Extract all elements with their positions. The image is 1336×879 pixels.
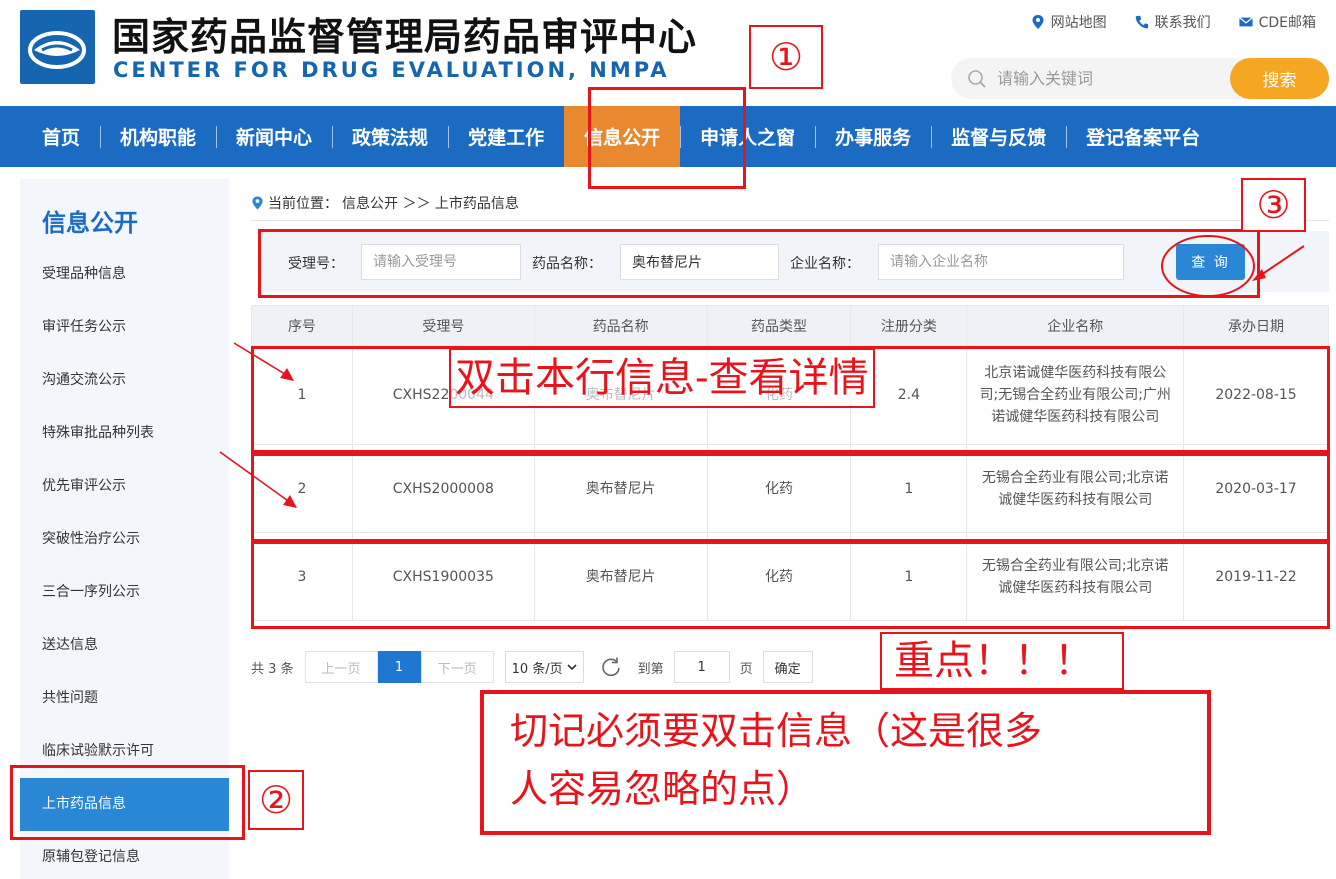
annotation-box-sidebar	[10, 765, 245, 840]
mail-link[interactable]: CDE邮箱	[1238, 12, 1316, 32]
mail-icon	[1238, 17, 1253, 27]
site-title: 国家药品监督管理局药品审评中心	[112, 15, 698, 59]
pagination: 共 3 条 上一页 1 下一页 10 条/页 到第 页 确定	[251, 651, 813, 683]
search-icon	[968, 70, 986, 88]
annotation-double-click-hint: 双击本行信息-查看详情	[449, 348, 875, 408]
annotation-step-3: ③	[1241, 178, 1306, 232]
annotation-key-point: 重点！！！	[880, 632, 1124, 690]
table-header-row: 序号 受理号 药品名称 药品类型 注册分类 企业名称 承办日期	[251, 305, 1329, 346]
annotation-box-nav	[588, 87, 746, 189]
col-drug-type: 药品类型	[706, 305, 852, 346]
search-button[interactable]: 搜索	[1230, 58, 1329, 99]
goto-confirm-button[interactable]: 确定	[762, 651, 813, 683]
nav-item-news[interactable]: 新闻中心	[216, 106, 332, 167]
next-page-button[interactable]: 下一页	[420, 651, 494, 683]
chevron-down-icon	[567, 663, 577, 670]
logo-emblem-icon	[28, 31, 86, 69]
annotation-step-2: ②	[248, 770, 304, 830]
col-company: 企业名称	[966, 305, 1185, 346]
sidebar-item-delivery[interactable]: 送达信息	[20, 619, 229, 672]
col-category: 注册分类	[850, 305, 968, 346]
breadcrumb-divider	[251, 220, 1329, 221]
contact-link[interactable]: 联系我们	[1135, 12, 1211, 32]
page-number-current[interactable]: 1	[377, 651, 421, 683]
nav-item-registration[interactable]: 登记备案平台	[1066, 106, 1220, 167]
sidebar-title: 信息公开	[42, 209, 138, 237]
goto-page-input[interactable]	[673, 651, 730, 683]
refresh-icon[interactable]	[600, 656, 622, 678]
sidebar-item-breakthrough[interactable]: 突破性治疗公示	[20, 513, 229, 566]
location-pin-icon	[252, 196, 263, 210]
nav-item-supervision[interactable]: 监督与反馈	[931, 106, 1066, 167]
annotation-box-row-3	[251, 541, 1330, 629]
total-count: 共 3 条	[251, 661, 294, 677]
sidebar-item-accepted-varieties[interactable]: 受理品种信息	[20, 248, 229, 301]
annotation-box-row-2	[251, 453, 1330, 542]
sitemap-link[interactable]: 网站地图	[1031, 12, 1107, 32]
sidebar-item-communication[interactable]: 沟通交流公示	[20, 354, 229, 407]
col-drug-name: 药品名称	[533, 305, 708, 346]
annotation-step-1: ①	[749, 25, 823, 89]
page-size-select[interactable]: 10 条/页	[504, 651, 584, 683]
breadcrumb-path[interactable]: 信息公开 ＞＞ 上市药品信息	[342, 193, 519, 213]
page-unit-label: 页	[739, 661, 753, 677]
sidebar-item-review-tasks[interactable]: 审评任务公示	[20, 301, 229, 354]
goto-label: 到第	[637, 661, 664, 677]
prev-page-button[interactable]: 上一页	[304, 651, 378, 683]
phone-icon	[1135, 15, 1148, 29]
nav-item-home[interactable]: 首页	[22, 106, 100, 167]
annotation-box-filter	[258, 229, 1260, 298]
annotation-note: 切记必须要双击信息（这是很多 人容易忽略的点）	[480, 690, 1211, 835]
annotation-note-line-1: 切记必须要双击信息（这是很多	[510, 709, 1043, 753]
sidebar-item-three-in-one[interactable]: 三合一序列公示	[20, 566, 229, 619]
col-no: 序号	[251, 305, 353, 346]
cde-logo[interactable]	[20, 10, 95, 84]
search-input[interactable]	[997, 64, 1217, 93]
site-search: 搜索	[951, 58, 1329, 99]
sitemap-label: 网站地图	[1050, 15, 1107, 31]
annotation-note-line-2: 人容易忽略的点）	[510, 767, 815, 811]
page-size-value: 10 条/页	[511, 661, 563, 677]
site-title-english: CENTER FOR DRUG EVALUATION, NMPA	[113, 58, 670, 82]
col-accept-no: 受理号	[351, 305, 535, 346]
nav-item-services[interactable]: 办事服务	[815, 106, 931, 167]
sidebar-item-priority-review[interactable]: 优先审评公示	[20, 460, 229, 513]
nav-item-party[interactable]: 党建工作	[448, 106, 564, 167]
breadcrumb-prefix: 当前位置：	[268, 196, 338, 212]
mail-label: CDE邮箱	[1258, 15, 1316, 31]
contact-label: 联系我们	[1154, 15, 1211, 31]
sidebar-item-special-approval[interactable]: 特殊审批品种列表	[20, 407, 229, 460]
nav-item-policy[interactable]: 政策法规	[332, 106, 448, 167]
location-pin-icon	[1032, 15, 1044, 29]
nav-item-functions[interactable]: 机构职能	[100, 106, 216, 167]
breadcrumb: 当前位置： 信息公开 ＞＞ 上市药品信息	[251, 193, 519, 213]
col-date: 承办日期	[1183, 305, 1329, 346]
sidebar-item-common-issues[interactable]: 共性问题	[20, 672, 229, 725]
top-links: 网站地图 联系我们 CDE邮箱	[1031, 12, 1316, 32]
